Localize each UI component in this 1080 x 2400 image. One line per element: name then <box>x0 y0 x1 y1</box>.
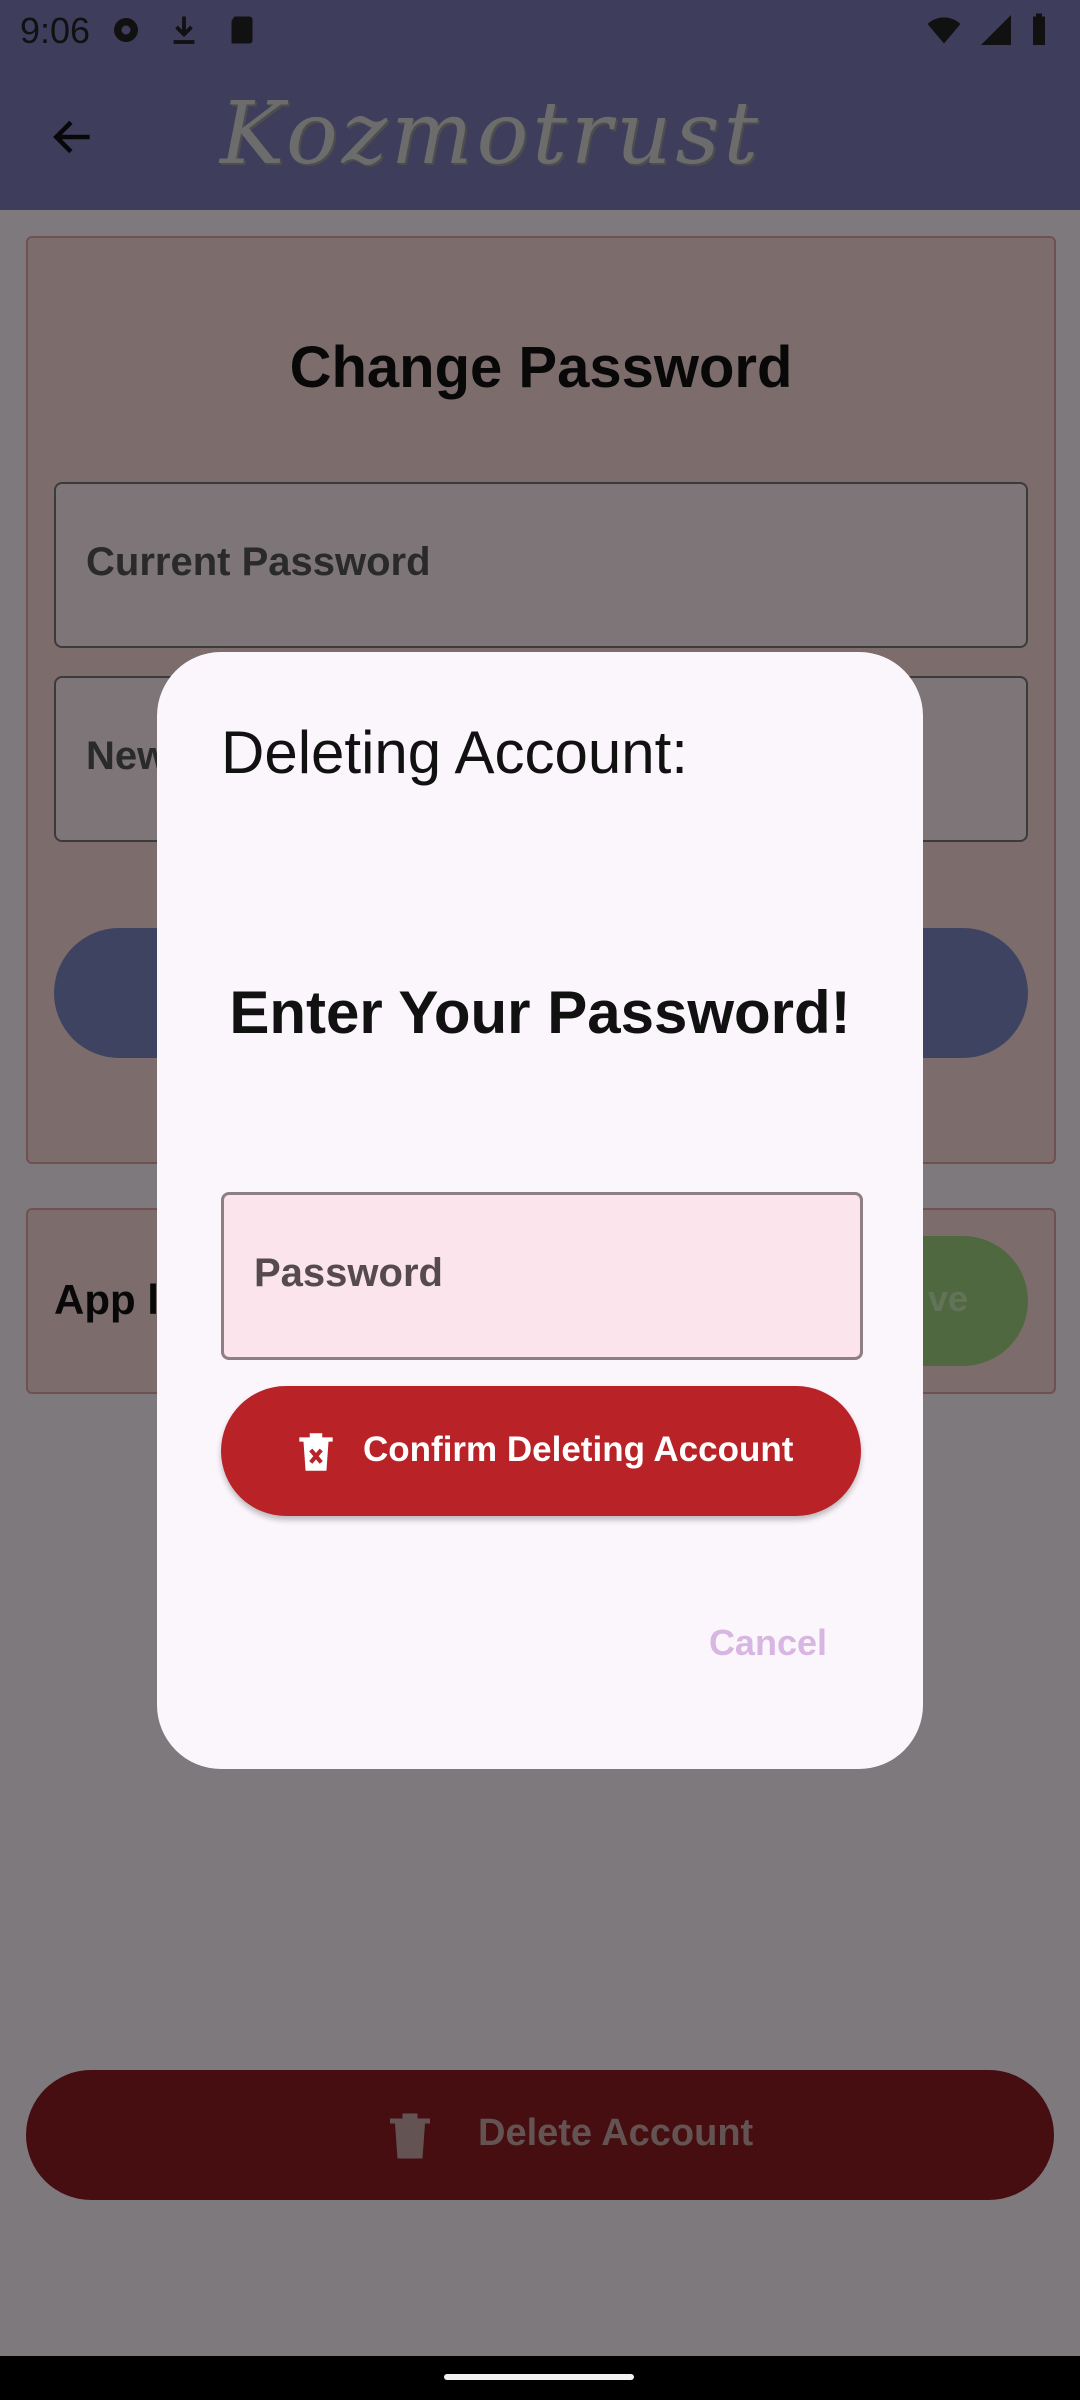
delete-account-dialog: Deleting Account: Enter Your Password! P… <box>157 652 923 1769</box>
password-placeholder: Password <box>254 1251 443 1295</box>
cancel-button[interactable]: Cancel <box>709 1622 827 1664</box>
home-handle[interactable] <box>444 2374 634 2380</box>
confirm-delete-button[interactable]: Confirm Deleting Account <box>221 1386 861 1516</box>
delete-forever-icon <box>299 1433 333 1471</box>
navigation-bar <box>0 2356 1080 2400</box>
screen: 9:06 Kozmotrust Change Password Current … <box>0 0 1080 2400</box>
confirm-delete-label: Confirm Deleting Account <box>363 1430 794 1469</box>
dialog-title: Deleting Account: <box>221 719 688 786</box>
password-input[interactable]: Password <box>221 1192 863 1360</box>
dialog-heading: Enter Your Password! <box>229 979 851 1046</box>
